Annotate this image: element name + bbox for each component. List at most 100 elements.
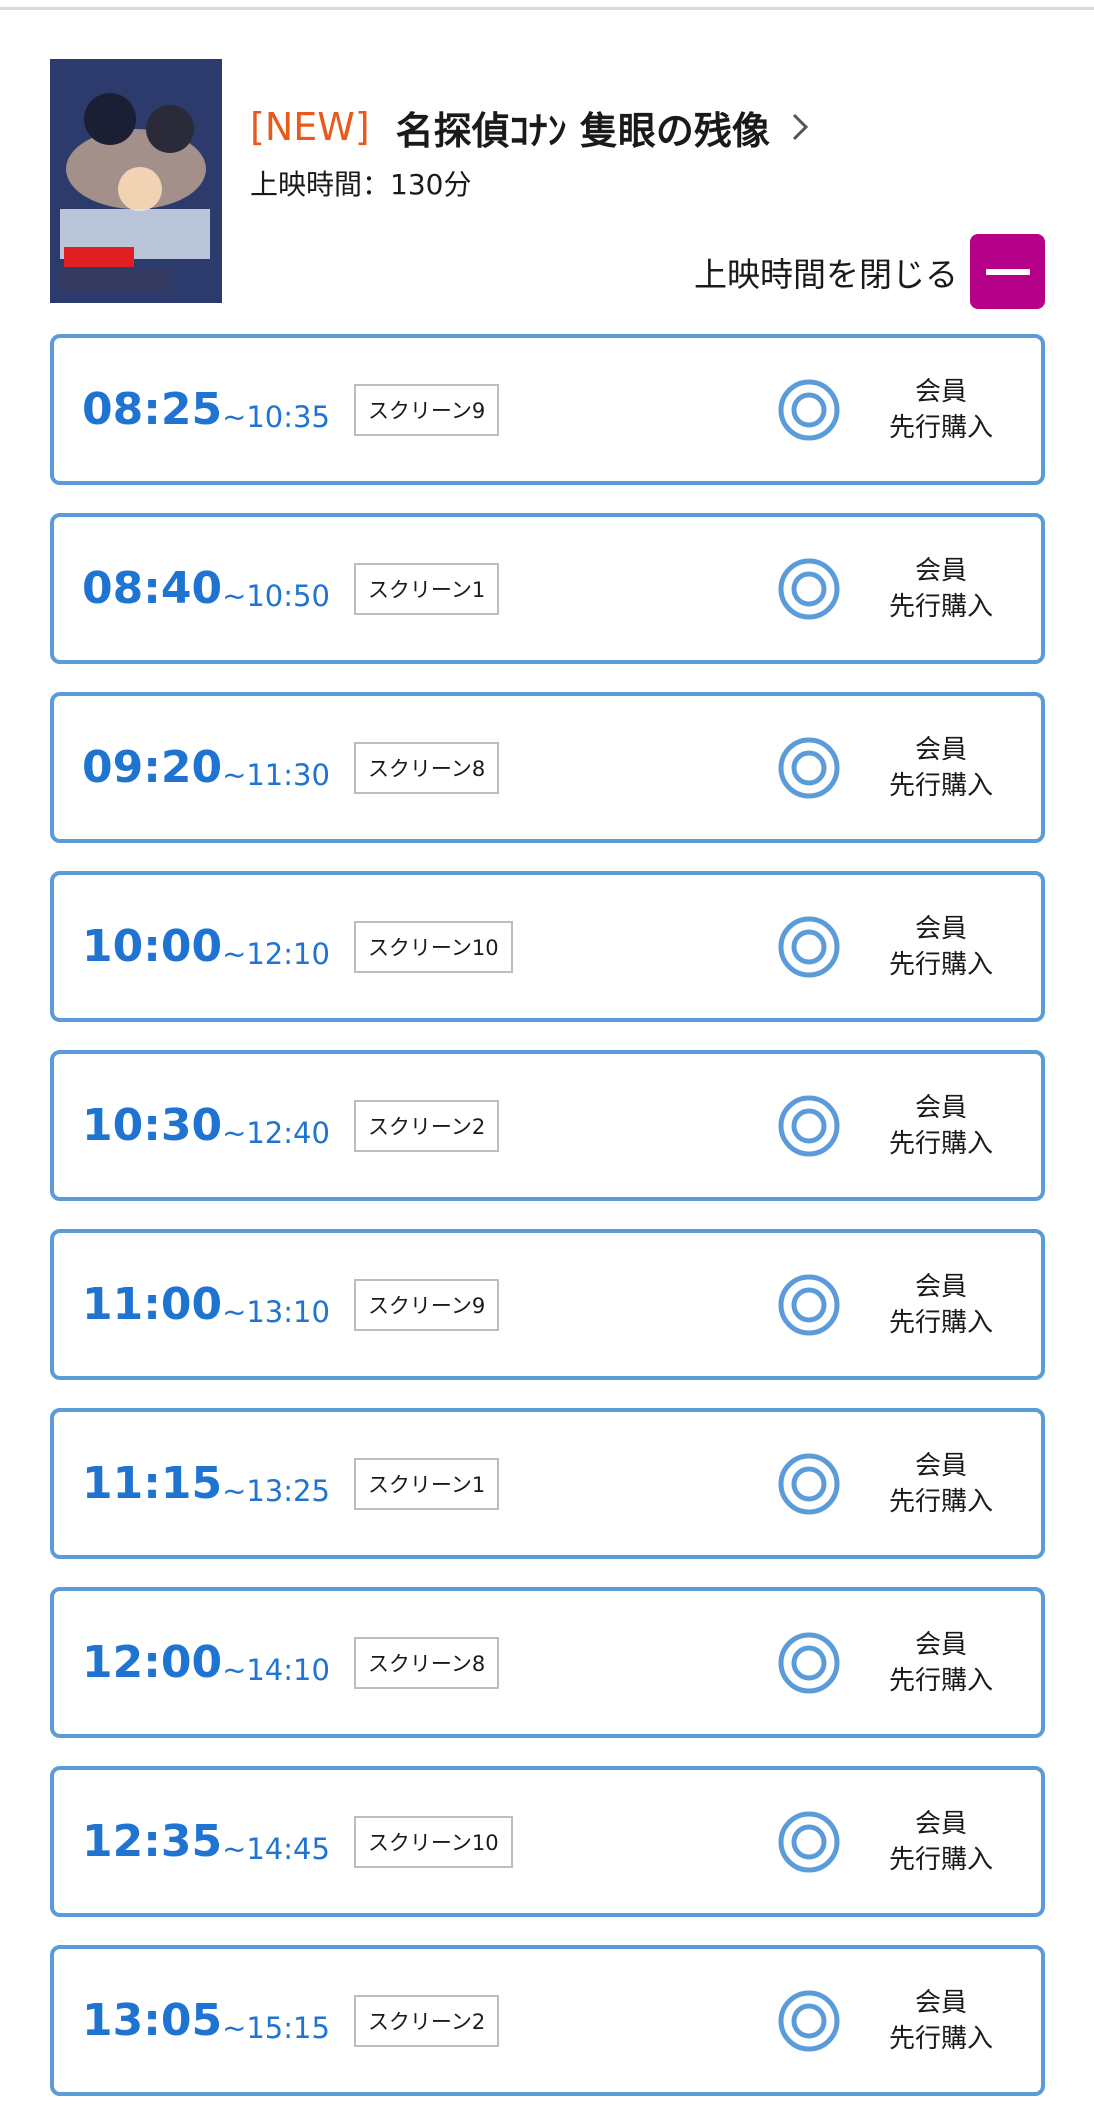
top-divider	[0, 7, 1094, 10]
showtime-slot[interactable]: 08:40 ~10:50 スクリーン1 会員 先行購入	[50, 513, 1045, 664]
chevron-right-icon	[792, 113, 809, 141]
end-time: ~14:45	[222, 1831, 330, 1866]
new-badge: [NEW]	[250, 105, 370, 149]
member-label-line2: 先行購入	[888, 1845, 993, 1875]
member-label-line1: 会員	[914, 1272, 967, 1302]
showtime-slot[interactable]: 11:00 ~13:10 スクリーン9 会員 先行購入	[50, 1229, 1045, 1380]
showtime-slot[interactable]: 10:30 ~12:40 スクリーン2 会員 先行購入	[50, 1050, 1045, 1201]
end-time: ~13:25	[222, 1473, 330, 1508]
member-label-line1: 会員	[914, 377, 967, 407]
double-circle-icon	[778, 737, 840, 799]
start-time: 11:00	[82, 1279, 223, 1330]
member-presale-label: 会員 先行購入	[886, 1448, 996, 1520]
end-time: ~13:10	[222, 1294, 330, 1329]
member-presale-label: 会員 先行購入	[886, 911, 996, 983]
start-time: 13:05	[82, 1995, 223, 2046]
showtime-list: 08:25 ~10:35 スクリーン9 会員 先行購入 08:40 ~10:50…	[50, 334, 1045, 2124]
movie-title-link[interactable]: [NEW] 名探偵ｺﾅﾝ 隻眼の残像	[250, 97, 814, 157]
close-showtimes-label: 上映時間を閉じる	[694, 254, 958, 294]
showtime-slot[interactable]: 13:05 ~15:15 スクリーン2 会員 先行購入	[50, 1945, 1045, 2096]
time-group: 10:00 ~12:10 スクリーン10	[82, 875, 513, 1018]
movie-poster[interactable]	[50, 59, 222, 303]
member-presale-label: 会員 先行購入	[886, 1269, 996, 1341]
screen-badge: スクリーン2	[353, 1994, 500, 2047]
end-time: ~12:40	[222, 1115, 330, 1150]
movie-header: [NEW] 名探偵ｺﾅﾝ 隻眼の残像 上映時間：130分 上映時間を閉じる	[50, 59, 1045, 309]
end-time: ~14:10	[222, 1652, 330, 1687]
close-showtimes-toggle[interactable]: 上映時間を閉じる	[694, 234, 1045, 309]
double-circle-icon	[778, 1453, 840, 1515]
time-group: 08:25 ~10:35 スクリーン9	[82, 338, 500, 481]
time-group: 11:00 ~13:10 スクリーン9	[82, 1233, 500, 1376]
start-time: 10:00	[82, 921, 223, 972]
start-time: 12:35	[82, 1816, 223, 1867]
showtime-slot[interactable]: 12:00 ~14:10 スクリーン8 会員 先行購入	[50, 1587, 1045, 1738]
end-time: ~15:15	[222, 2010, 330, 2045]
movie-title: 名探偵ｺﾅﾝ 隻眼の残像	[395, 108, 770, 153]
end-time: ~11:30	[222, 757, 330, 792]
member-label-line1: 会員	[914, 556, 967, 586]
member-label-line1: 会員	[914, 1809, 967, 1839]
double-circle-icon	[778, 916, 840, 978]
minus-icon	[985, 268, 1030, 275]
time-group: 10:30 ~12:40 スクリーン2	[82, 1054, 500, 1197]
member-label-line2: 先行購入	[888, 1666, 993, 1696]
member-label-line2: 先行購入	[888, 2024, 993, 2054]
member-label-line1: 会員	[914, 1630, 967, 1660]
runtime-text: 上映時間：130分	[250, 168, 472, 201]
showtime-slot[interactable]: 12:35 ~14:45 スクリーン10 会員 先行購入	[50, 1766, 1045, 1917]
member-label-line1: 会員	[914, 1451, 967, 1481]
member-presale-label: 会員 先行購入	[886, 1806, 996, 1878]
start-time: 09:20	[82, 742, 223, 793]
collapse-button[interactable]	[970, 234, 1045, 309]
screen-badge: スクリーン1	[353, 562, 500, 615]
screen-badge: スクリーン9	[353, 383, 500, 436]
screen-badge: スクリーン8	[353, 741, 500, 794]
member-label-line1: 会員	[914, 1093, 967, 1123]
time-group: 09:20 ~11:30 スクリーン8	[82, 696, 500, 839]
member-presale-label: 会員 先行購入	[886, 374, 996, 446]
start-time: 12:00	[82, 1637, 223, 1688]
end-time: ~12:10	[222, 936, 330, 971]
screen-badge: スクリーン8	[353, 1636, 500, 1689]
time-group: 13:05 ~15:15 スクリーン2	[82, 1949, 500, 2092]
start-time: 10:30	[82, 1100, 223, 1151]
end-time: ~10:35	[222, 399, 330, 434]
showtime-slot[interactable]: 10:00 ~12:10 スクリーン10 会員 先行購入	[50, 871, 1045, 1022]
member-presale-label: 会員 先行購入	[886, 1985, 996, 2057]
member-label-line2: 先行購入	[888, 1308, 993, 1338]
member-label-line2: 先行購入	[888, 1487, 993, 1517]
showtime-slot[interactable]: 11:15 ~13:25 スクリーン1 会員 先行購入	[50, 1408, 1045, 1559]
showtime-slot[interactable]: 09:20 ~11:30 スクリーン8 会員 先行購入	[50, 692, 1045, 843]
screen-badge: スクリーン10	[353, 920, 513, 973]
end-time: ~10:50	[222, 578, 330, 613]
member-presale-label: 会員 先行購入	[886, 1090, 996, 1162]
screen-badge: スクリーン10	[353, 1815, 513, 1868]
double-circle-icon	[778, 379, 840, 441]
member-presale-label: 会員 先行購入	[886, 553, 996, 625]
member-label-line1: 会員	[914, 735, 967, 765]
start-time: 08:25	[82, 384, 223, 435]
start-time: 08:40	[82, 563, 223, 614]
time-group: 08:40 ~10:50 スクリーン1	[82, 517, 500, 660]
double-circle-icon	[778, 558, 840, 620]
member-presale-label: 会員 先行購入	[886, 1627, 996, 1699]
screen-badge: スクリーン9	[353, 1278, 500, 1331]
screen-badge: スクリーン1	[353, 1457, 500, 1510]
member-label-line2: 先行購入	[888, 950, 993, 980]
member-label-line2: 先行購入	[888, 592, 993, 622]
double-circle-icon	[778, 1990, 840, 2052]
showtime-slot[interactable]: 08:25 ~10:35 スクリーン9 会員 先行購入	[50, 334, 1045, 485]
member-label-line1: 会員	[914, 914, 967, 944]
time-group: 11:15 ~13:25 スクリーン1	[82, 1412, 500, 1555]
member-presale-label: 会員 先行購入	[886, 732, 996, 804]
member-label-line2: 先行購入	[888, 413, 993, 443]
member-label-line1: 会員	[914, 1988, 967, 2018]
screen-badge: スクリーン2	[353, 1099, 500, 1152]
double-circle-icon	[778, 1095, 840, 1157]
time-group: 12:00 ~14:10 スクリーン8	[82, 1591, 500, 1734]
member-label-line2: 先行購入	[888, 771, 993, 801]
double-circle-icon	[778, 1811, 840, 1873]
double-circle-icon	[778, 1632, 840, 1694]
member-label-line2: 先行購入	[888, 1129, 993, 1159]
